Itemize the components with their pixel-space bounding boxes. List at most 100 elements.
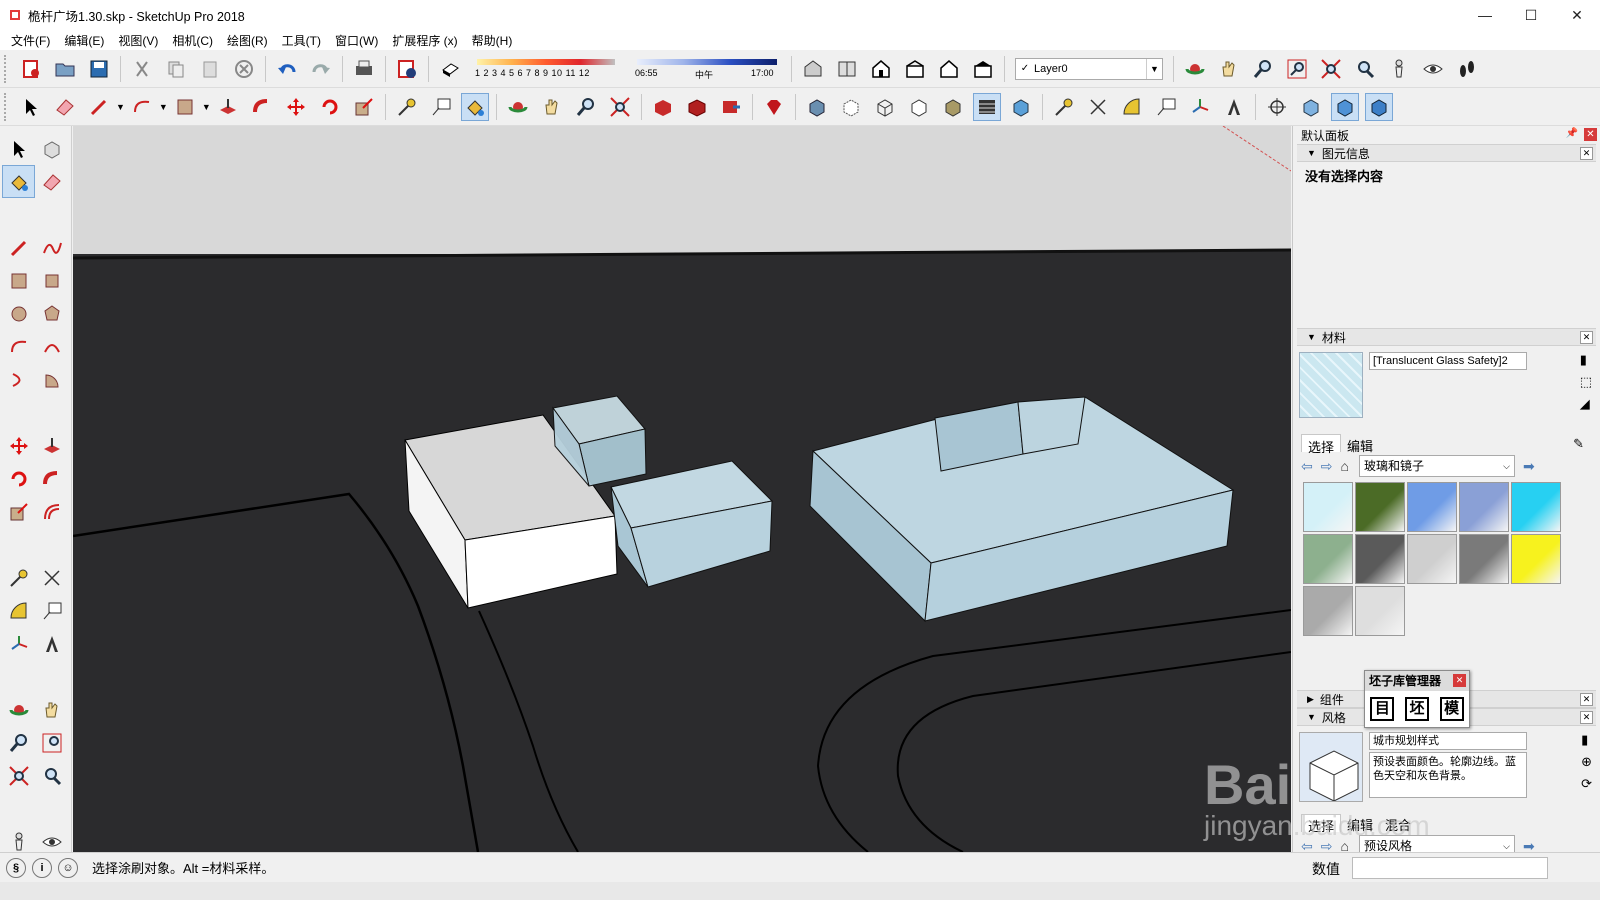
push-pull-tool[interactable] — [35, 429, 68, 462]
pizi-library-button[interactable]: 坯 — [1404, 697, 1429, 721]
text-tool[interactable] — [35, 594, 68, 627]
pizi-model-button[interactable]: 模 — [1439, 697, 1464, 721]
erase-selection-button[interactable] — [230, 55, 258, 83]
geo-location-icon[interactable]: § — [6, 857, 26, 878]
menu-file[interactable]: 文件(F) — [4, 32, 57, 49]
orbit-button-2[interactable] — [504, 93, 532, 121]
style-preview-thumbnail[interactable] — [1299, 732, 1363, 802]
rectangle-tool-button[interactable] — [171, 93, 199, 121]
shadow-month-slider[interactable]: 1 2 3 4 5 6 7 8 9 10 11 12 — [473, 55, 621, 83]
components-close-button[interactable]: ✕ — [1580, 693, 1593, 706]
tab-materials-select[interactable]: 选择 — [1301, 434, 1342, 455]
details-arrow-icon[interactable]: ➡ — [1523, 458, 1535, 475]
pan-button[interactable] — [1215, 55, 1243, 83]
undo-button[interactable] — [273, 55, 301, 83]
rectangle-tool[interactable] — [2, 264, 35, 297]
pizi-library-window[interactable]: 坯子库管理器 ✕ 目 坯 模 — [1364, 670, 1470, 728]
display-section-fill-button[interactable] — [1364, 92, 1393, 121]
zoom-window-tool[interactable] — [35, 726, 68, 759]
dimension-tool[interactable] — [35, 561, 68, 594]
paint-bucket-button[interactable] — [460, 92, 489, 121]
share-component-button[interactable] — [683, 93, 711, 121]
shadows-toggle-button[interactable] — [436, 55, 464, 83]
tape-measure-button[interactable] — [393, 93, 421, 121]
move-tool[interactable] — [2, 429, 35, 462]
polygon-tool[interactable] — [35, 297, 68, 330]
zoom-tool[interactable] — [2, 726, 35, 759]
info-icon[interactable]: i — [32, 857, 52, 878]
new-file-button[interactable] — [17, 55, 45, 83]
line-tool-button[interactable] — [85, 93, 113, 121]
3d-warehouse-button[interactable] — [649, 93, 677, 121]
maximize-button[interactable]: ☐ — [1508, 0, 1554, 30]
rotated-rectangle-tool[interactable] — [35, 264, 68, 297]
menu-edit[interactable]: 编辑(E) — [57, 32, 111, 49]
save-button[interactable] — [85, 55, 113, 83]
scene-canvas[interactable] — [73, 126, 1291, 852]
material-swatch[interactable] — [1303, 482, 1353, 532]
material-detail-icon[interactable]: ▮ — [1580, 352, 1592, 368]
rotate-tool-button[interactable] — [316, 93, 344, 121]
look-around-button[interactable] — [1419, 55, 1447, 83]
measurements-input[interactable] — [1352, 857, 1548, 879]
pizi-window-title[interactable]: 坯子库管理器 ✕ — [1365, 671, 1469, 691]
freehand-tool[interactable] — [35, 231, 68, 264]
axes-button[interactable] — [1186, 93, 1214, 121]
line-tool[interactable] — [2, 231, 35, 264]
pan-tool[interactable] — [35, 693, 68, 726]
paste-button[interactable] — [196, 55, 224, 83]
axes-tool[interactable] — [2, 627, 35, 660]
hidden-line-button[interactable] — [905, 93, 933, 121]
make-component-tool[interactable] — [35, 132, 68, 165]
scale-tool-button[interactable] — [350, 93, 378, 121]
shape-dropdown-icon[interactable]: ▼ — [202, 102, 211, 112]
xray-style-button[interactable] — [803, 93, 831, 121]
tape-measure-tool[interactable] — [2, 561, 35, 594]
toolbar-grip[interactable] — [4, 92, 10, 121]
tab-styles-edit[interactable]: 编辑 — [1341, 814, 1379, 833]
menu-window[interactable]: 窗口(W) — [328, 32, 385, 49]
select-tool-button[interactable] — [17, 93, 45, 121]
front-view-button[interactable] — [867, 55, 895, 83]
create-material-icon[interactable]: ⬚ — [1580, 374, 1592, 390]
three-point-arc-tool[interactable] — [2, 363, 35, 396]
model-viewport[interactable] — [73, 126, 1291, 852]
display-section-planes-button[interactable] — [1297, 93, 1325, 121]
material-swatch[interactable] — [1355, 534, 1405, 584]
styles-close-button[interactable]: ✕ — [1580, 711, 1593, 724]
arc-tool[interactable] — [2, 330, 35, 363]
forward-arrow-icon[interactable]: ⇨ — [1321, 458, 1333, 475]
tab-styles-select[interactable]: 选择 — [1301, 814, 1342, 834]
user-icon[interactable]: ☺ — [58, 857, 78, 878]
display-section-cuts-button[interactable] — [1330, 92, 1359, 121]
copy-button[interactable] — [162, 55, 190, 83]
pin-icon[interactable]: 📌 — [1566, 128, 1578, 139]
zoom-window-button[interactable] — [1283, 55, 1311, 83]
follow-me-button[interactable] — [248, 93, 276, 121]
layer-dropdown[interactable]: ✓ Layer0 ▼ — [1015, 57, 1163, 80]
arc-tool-button[interactable] — [128, 93, 156, 121]
menu-help[interactable]: 帮助(H) — [465, 32, 520, 49]
cut-button[interactable] — [128, 55, 156, 83]
top-view-button[interactable] — [833, 55, 861, 83]
toolbar-grip[interactable] — [4, 54, 10, 83]
style-description-field[interactable]: 预设表面颜色。轮廓边线。蓝色天空和灰色背景。 — [1369, 752, 1527, 798]
rotate-tool[interactable] — [2, 462, 35, 495]
tab-materials-edit[interactable]: 编辑 — [1341, 434, 1379, 454]
pizi-catalog-button[interactable]: 目 — [1370, 697, 1395, 721]
back-edges-button[interactable] — [837, 93, 865, 121]
eraser-button[interactable] — [51, 93, 79, 121]
position-camera-button[interactable] — [1385, 55, 1413, 83]
follow-me-tool[interactable] — [35, 462, 68, 495]
protractor-tool[interactable] — [2, 594, 35, 627]
material-swatch[interactable] — [1303, 534, 1353, 584]
back-arrow-icon[interactable]: ⇦ — [1301, 458, 1313, 475]
ruby-console-button[interactable] — [760, 93, 788, 121]
style-name-field[interactable]: 城市规划样式 — [1369, 732, 1527, 750]
materials-close-button[interactable]: ✕ — [1580, 331, 1593, 344]
3d-text-tool[interactable] — [35, 627, 68, 660]
shadow-time-slider[interactable]: 06:55 中午 17:00 — [633, 55, 781, 83]
material-swatch[interactable] — [1459, 534, 1509, 584]
left-view-button[interactable] — [969, 55, 997, 83]
minimize-button[interactable]: — — [1462, 0, 1508, 30]
